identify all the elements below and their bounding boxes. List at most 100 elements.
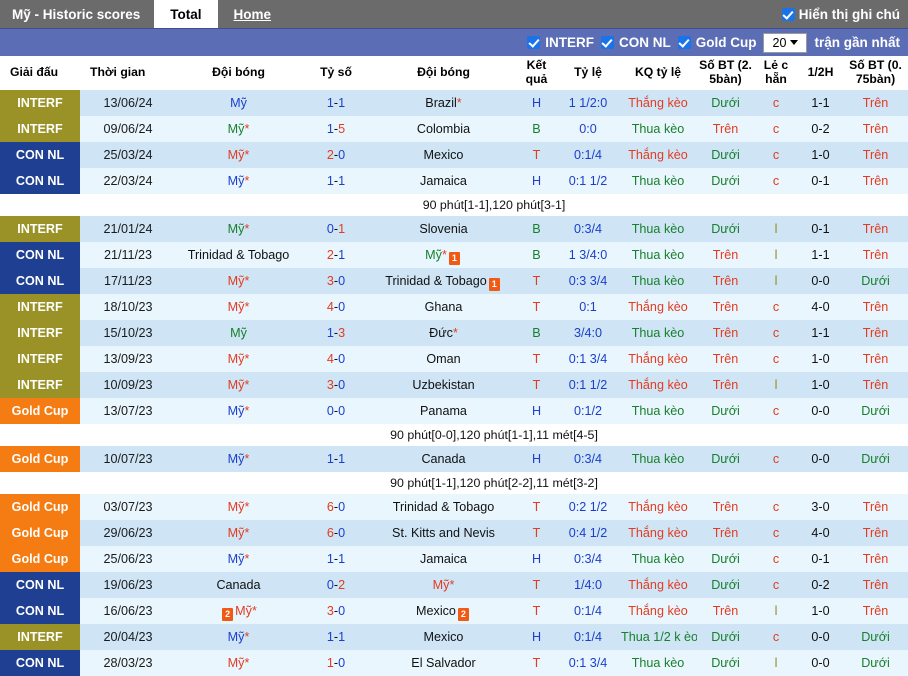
match-score[interactable]: 6-0 (301, 494, 371, 520)
away-team[interactable]: Mexico 2 (371, 598, 516, 624)
checkbox-checked-icon[interactable] (677, 36, 691, 49)
home-team[interactable]: Mỹ* (176, 168, 301, 194)
col-away-team[interactable]: Đội bóng (371, 56, 516, 90)
away-team[interactable]: Mexico (371, 624, 516, 650)
checkbox-checked-icon[interactable] (600, 36, 614, 49)
table-row[interactable]: INTERF 21/01/24 Mỹ* 0-1 Slovenia B 0:3/4 Thua k… (0, 216, 908, 242)
competition-badge[interactable]: INTERF (0, 372, 80, 398)
filter-connl[interactable]: CON NL (600, 35, 671, 50)
home-team[interactable]: Mỹ* (176, 294, 301, 320)
match-score[interactable]: 1-1 (301, 546, 371, 572)
competition-badge[interactable]: INTERF (0, 346, 80, 372)
checkbox-checked-icon[interactable] (527, 36, 541, 49)
competition-badge[interactable]: Gold Cup (0, 446, 80, 472)
match-count-select[interactable]: 20 (763, 32, 808, 53)
away-team[interactable]: Jamaica (371, 168, 516, 194)
filter-goldcup[interactable]: Gold Cup (677, 35, 756, 50)
away-team[interactable]: Brazil* (371, 90, 516, 116)
table-row[interactable]: CON NL 25/03/24 Mỹ* 2-0 Mexico T 0:1/4 Thắng kè… (0, 142, 908, 168)
col-home-team[interactable]: Đội bóng (176, 56, 301, 90)
table-row[interactable]: Gold Cup 25/06/23 Mỹ* 1-1 Jamaica H 0:3/4 Thua … (0, 546, 908, 572)
home-team[interactable]: Mỹ* (176, 216, 301, 242)
col-ou-075[interactable]: Số BT (0. 75bàn) (843, 56, 908, 90)
competition-badge[interactable]: Gold Cup (0, 546, 80, 572)
match-score[interactable]: 1-1 (301, 624, 371, 650)
match-score[interactable]: 6-0 (301, 520, 371, 546)
match-score[interactable]: 3-0 (301, 372, 371, 398)
match-score[interactable]: 1-1 (301, 168, 371, 194)
table-row[interactable]: INTERF 20/04/23 Mỹ* 1-1 Mexico H 0:1/4 Thua 1/2… (0, 624, 908, 650)
competition-badge[interactable]: CON NL (0, 168, 80, 194)
checkbox-checked-icon[interactable] (781, 7, 795, 21)
col-ou-25[interactable]: Số BT (2. 5bàn) (697, 56, 754, 90)
table-row[interactable]: INTERF 10/09/23 Mỹ* 3-0 Uzbekistan T 0:1 1/2 Th… (0, 372, 908, 398)
competition-badge[interactable]: CON NL (0, 572, 80, 598)
home-team[interactable]: Mỹ* (176, 398, 301, 424)
match-score[interactable]: 3-0 (301, 268, 371, 294)
home-team[interactable]: Mỹ* (176, 494, 301, 520)
match-score[interactable]: 1-3 (301, 320, 371, 346)
match-score[interactable]: 1-1 (301, 90, 371, 116)
away-team[interactable]: Mỹ* 1 (371, 242, 516, 268)
table-row[interactable]: INTERF 15/10/23 Mỹ 1-3 Đức* B 3/4:0 Thua kèo Trê… (0, 320, 908, 346)
table-row[interactable]: Gold Cup 29/06/23 Mỹ* 6-0 St. Kitts and Nevi… (0, 520, 908, 546)
home-team[interactable]: Mỹ (176, 90, 301, 116)
away-team[interactable]: Slovenia (371, 216, 516, 242)
away-team[interactable]: Panama (371, 398, 516, 424)
competition-badge[interactable]: CON NL (0, 142, 80, 168)
table-row[interactable]: CON NL 16/06/23 2 Mỹ* 3-0 Mexico 2 T 0:1/4 Thắng … (0, 598, 908, 624)
col-odds[interactable]: Tỷ lệ (557, 56, 619, 90)
competition-badge[interactable]: INTERF (0, 116, 80, 142)
match-score[interactable]: 4-0 (301, 346, 371, 372)
col-competition[interactable]: Giải đấu (0, 56, 80, 90)
match-score[interactable]: 4-0 (301, 294, 371, 320)
match-score[interactable]: 0-0 (301, 398, 371, 424)
home-team[interactable]: Mỹ* (176, 446, 301, 472)
match-score[interactable]: 2-1 (301, 242, 371, 268)
match-score[interactable]: 0-1 (301, 216, 371, 242)
table-row[interactable]: CON NL 17/11/23 Mỹ* 3-0 Trinidad & Tobago 1 T 0… (0, 268, 908, 294)
col-odd-even[interactable]: Lẻ c hẵn (754, 56, 798, 90)
table-row[interactable]: Gold Cup 03/07/23 Mỹ* 6-0 Trinidad & Tobago T… (0, 494, 908, 520)
home-team[interactable]: Mỹ* (176, 142, 301, 168)
home-team[interactable]: Mỹ* (176, 546, 301, 572)
home-team[interactable]: Mỹ* (176, 116, 301, 142)
home-team[interactable]: 2 Mỹ* (176, 598, 301, 624)
competition-badge[interactable]: CON NL (0, 268, 80, 294)
competition-badge[interactable]: INTERF (0, 90, 80, 116)
home-team[interactable]: Mỹ* (176, 346, 301, 372)
away-team[interactable]: Mexico (371, 142, 516, 168)
away-team[interactable]: Ghana (371, 294, 516, 320)
home-team[interactable]: Mỹ* (176, 268, 301, 294)
home-team[interactable]: Mỹ* (176, 372, 301, 398)
match-score[interactable]: 1-1 (301, 446, 371, 472)
away-team[interactable]: Uzbekistan (371, 372, 516, 398)
competition-badge[interactable]: CON NL (0, 650, 80, 676)
away-team[interactable]: Colombia (371, 116, 516, 142)
away-team[interactable]: El Salvador (371, 650, 516, 676)
home-team[interactable]: Mỹ* (176, 520, 301, 546)
away-team[interactable]: Đức* (371, 320, 516, 346)
away-team[interactable]: Jamaica (371, 546, 516, 572)
col-half-time[interactable]: 1/2H (798, 56, 843, 90)
away-team[interactable]: Canada (371, 446, 516, 472)
table-row[interactable]: INTERF 09/06/24 Mỹ* 1-5 Colombia B 0:0 Thua kèo… (0, 116, 908, 142)
table-row[interactable]: Gold Cup 13/07/23 Mỹ* 0-0 Panama H 0:1/2 Thua k… (0, 398, 908, 424)
col-result[interactable]: Kết quả (516, 56, 557, 90)
table-row[interactable]: CON NL 22/03/24 Mỹ* 1-1 Jamaica H 0:1 1/2 Thua … (0, 168, 908, 194)
match-score[interactable]: 2-0 (301, 142, 371, 168)
filter-interf[interactable]: INTERF (527, 35, 594, 50)
match-score[interactable]: 3-0 (301, 598, 371, 624)
match-score[interactable]: 0-2 (301, 572, 371, 598)
table-row[interactable]: CON NL 19/06/23 Canada 0-2 Mỹ* T 1/4:0 Thắng kè… (0, 572, 908, 598)
table-row[interactable]: Gold Cup 10/07/23 Mỹ* 1-1 Canada H 0:3/4 Thua k… (0, 446, 908, 472)
match-score[interactable]: 1-0 (301, 650, 371, 676)
away-team[interactable]: Trinidad & Tobago (371, 494, 516, 520)
competition-badge[interactable]: Gold Cup (0, 494, 80, 520)
competition-badge[interactable]: INTERF (0, 216, 80, 242)
tab-total[interactable]: Total (154, 0, 218, 28)
competition-badge[interactable]: INTERF (0, 294, 80, 320)
competition-badge[interactable]: CON NL (0, 242, 80, 268)
table-row[interactable]: INTERF 13/06/24 Mỹ 1-1 Brazil* H 1 1/2:0 Thắng … (0, 90, 908, 116)
table-row[interactable]: CON NL 28/03/23 Mỹ* 1-0 El Salvador T 0:1 3/4 T… (0, 650, 908, 676)
